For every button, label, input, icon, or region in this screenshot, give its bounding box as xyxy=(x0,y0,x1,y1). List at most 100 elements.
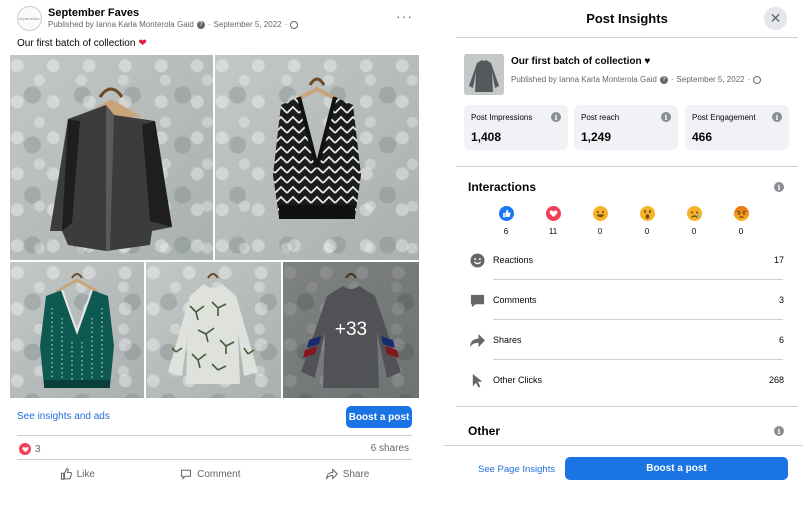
smiley-icon xyxy=(470,253,485,268)
page-avatar[interactable]: september xyxy=(17,6,42,31)
avatar-text: september xyxy=(18,16,41,21)
like-count: 6 xyxy=(503,227,509,236)
cardigan-image xyxy=(50,87,172,251)
share-label: Share xyxy=(342,468,370,480)
metric-value: 6 xyxy=(778,335,784,345)
haha-icon xyxy=(592,206,608,221)
meta-separator: · xyxy=(670,75,674,84)
stat-value: 1,249 xyxy=(581,130,612,144)
love-icon xyxy=(545,206,561,221)
post-insights-panel: Post Insights ✕ Our first batch of colle… xyxy=(444,0,803,506)
sad-count: 0 xyxy=(691,227,697,236)
info-icon[interactable]: i xyxy=(774,426,784,436)
metric-other-clicks: Other Clicks 268 xyxy=(470,360,784,400)
stat-value: 1,408 xyxy=(471,130,502,144)
angry-count: 0 xyxy=(738,227,744,236)
more-options-button[interactable]: ··· xyxy=(396,8,413,24)
panel-footer: See Page Insights Boost a post xyxy=(444,445,803,506)
close-icon: ✕ xyxy=(769,10,782,26)
globe-icon xyxy=(753,75,762,84)
share-arrow-icon xyxy=(470,333,485,348)
photo-chevron-vest[interactable] xyxy=(215,55,419,260)
metric-value: 268 xyxy=(768,375,784,385)
thumbs-up-icon xyxy=(60,468,72,480)
metric-label: Shares xyxy=(493,335,522,345)
divider xyxy=(17,459,412,460)
info-icon[interactable]: i xyxy=(774,182,784,192)
divider xyxy=(456,166,798,167)
stat-label: Post Engagement xyxy=(692,112,756,122)
publisher-text: Published by Ianna Karla Monterola Gaid xyxy=(48,20,194,29)
post-date[interactable]: September 5, 2022 xyxy=(214,20,282,29)
info-icon[interactable]: i xyxy=(661,112,671,122)
love-count: 11 xyxy=(548,227,558,236)
post-thumbnail[interactable] xyxy=(464,54,504,95)
see-page-insights-link[interactable]: See Page Insights xyxy=(478,464,555,475)
info-icon[interactable]: i xyxy=(772,112,782,122)
photo-palm-top[interactable] xyxy=(146,262,281,398)
wow-reaction: 0 xyxy=(637,206,657,236)
haha-count: 0 xyxy=(597,227,603,236)
sad-reaction: 0 xyxy=(684,206,704,236)
globe-icon xyxy=(290,20,299,29)
reaction-summary[interactable]: 3 xyxy=(19,443,41,455)
post-card: september September Faves Published by I… xyxy=(0,0,430,506)
post-header: september September Faves Published by I… xyxy=(17,6,417,32)
help-icon[interactable]: ? xyxy=(659,75,668,84)
other-heading: Other xyxy=(468,424,501,438)
photo-cardigan[interactable] xyxy=(10,55,213,260)
palm-top-image xyxy=(168,273,258,384)
metric-label: Reactions xyxy=(493,255,534,265)
post-actions: Like Comment Share xyxy=(17,464,412,484)
photo-green-vest[interactable] xyxy=(10,262,144,398)
insights-publisher: Published by Ianna Karla Monterola Gaid xyxy=(511,75,657,84)
vest-image xyxy=(273,77,361,219)
comment-icon xyxy=(470,294,485,308)
shares-count[interactable]: 6 shares xyxy=(371,443,409,454)
stat-reach: Post reach i 1,249 xyxy=(574,105,678,150)
page-name[interactable]: September Faves xyxy=(48,7,139,19)
angry-reaction: 0 xyxy=(731,206,751,236)
insights-post-meta: Published by Ianna Karla Monterola Gaid … xyxy=(511,75,762,84)
comment-label: Comment xyxy=(197,468,241,480)
caption-text: Our first batch of collection xyxy=(17,38,136,49)
comment-button[interactable]: Comment xyxy=(180,464,241,484)
post-meta: Published by Ianna Karla Monterola Gaid … xyxy=(48,20,299,29)
metric-comments: Comments 3 xyxy=(470,280,784,320)
haha-reaction: 0 xyxy=(590,206,610,236)
love-reaction: 11 xyxy=(543,206,563,236)
help-icon[interactable]: ? xyxy=(196,20,205,29)
meta-separator: · xyxy=(747,75,751,84)
close-button[interactable]: ✕ xyxy=(764,7,787,30)
meta-separator: · xyxy=(207,20,211,29)
meta-separator: · xyxy=(284,20,288,29)
divider xyxy=(17,435,412,436)
stat-value: 466 xyxy=(692,130,713,144)
like-icon xyxy=(498,206,514,221)
panel-title: Post Insights xyxy=(586,11,668,26)
sweater-thumbnail-image xyxy=(464,54,504,95)
metric-label: Other Clicks xyxy=(493,375,543,385)
metric-value: 3 xyxy=(778,295,784,305)
like-label: Like xyxy=(76,468,95,480)
reaction-count: 3 xyxy=(35,443,41,455)
info-icon[interactable]: i xyxy=(551,112,561,122)
share-icon xyxy=(325,468,338,480)
boost-post-button[interactable]: Boost a post xyxy=(346,406,412,428)
stat-label: Post Impressions xyxy=(471,112,533,122)
metric-reactions: Reactions 17 xyxy=(470,240,784,280)
stat-impressions: Post Impressions i 1,408 xyxy=(464,105,568,150)
divider xyxy=(456,406,798,407)
see-insights-link[interactable]: See insights and ads xyxy=(17,411,110,422)
more-photos-overlay[interactable]: +33 xyxy=(283,262,419,398)
angry-icon xyxy=(733,206,749,221)
insights-post-title: Our first batch of collection ♥ xyxy=(511,56,651,67)
like-button[interactable]: Like xyxy=(60,464,95,484)
metric-value: 17 xyxy=(773,255,784,265)
stat-label: Post reach xyxy=(581,112,620,122)
share-button[interactable]: Share xyxy=(325,464,370,484)
photo-grey-sweater[interactable]: +33 xyxy=(283,262,419,398)
cursor-icon xyxy=(472,373,483,388)
wow-count: 0 xyxy=(644,227,650,236)
boost-post-button-large[interactable]: Boost a post xyxy=(565,457,788,480)
